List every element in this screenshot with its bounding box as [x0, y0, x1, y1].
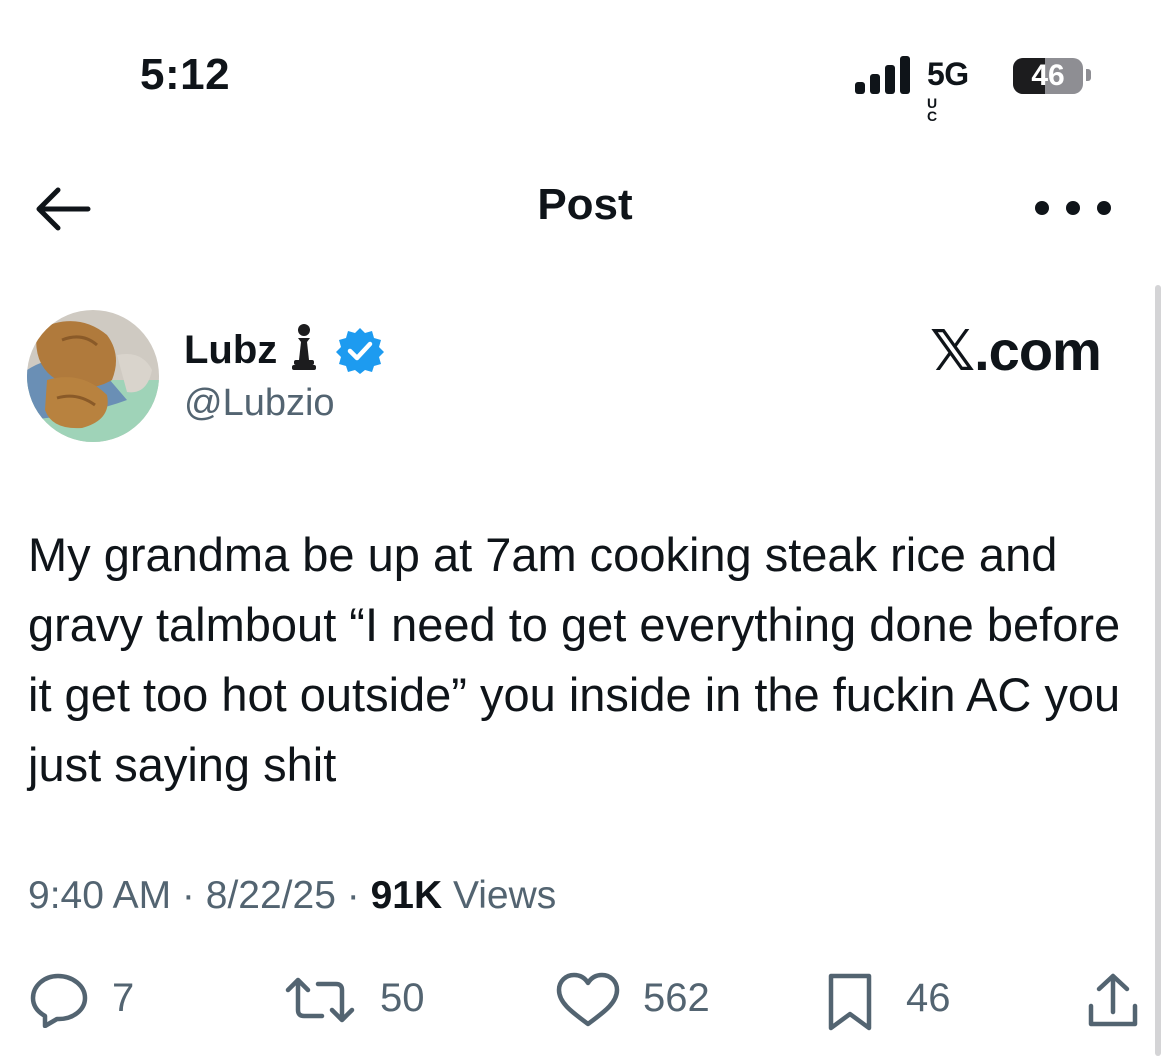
share-icon — [1088, 973, 1138, 1027]
battery-icon: 46 — [1013, 58, 1083, 94]
post-text: My grandma be up at 7am cooking steak ri… — [28, 528, 1121, 791]
post-date[interactable]: 8/22/25 — [206, 874, 336, 917]
more-options-icon[interactable] — [1030, 196, 1116, 220]
post-time[interactable]: 9:40 AM — [28, 874, 171, 917]
views-label[interactable]: Views — [453, 874, 556, 917]
repost-icon — [285, 977, 355, 1023]
post-meta: 9:40 AM · 8/22/25 · 91K Views — [28, 874, 556, 918]
meta-separator: · — [335, 874, 371, 917]
like-count: 562 — [643, 976, 710, 1020]
x-watermark: 𝕏.com — [930, 319, 1102, 382]
avatar-image — [27, 310, 159, 442]
reply-count: 7 — [112, 976, 135, 1020]
scrollbar[interactable] — [1155, 285, 1161, 1056]
meta-separator: · — [171, 874, 206, 917]
reply-button[interactable]: 7 — [28, 970, 158, 1030]
repost-count: 50 — [380, 976, 425, 1020]
heart-icon — [556, 972, 620, 1027]
bookmark-button[interactable]: 46 — [826, 970, 976, 1031]
page-title: Post — [537, 180, 633, 229]
verified-badge-icon[interactable] — [336, 326, 384, 374]
display-name[interactable]: Lubz — [184, 328, 277, 373]
status-time: 5:12 — [140, 50, 231, 99]
share-button[interactable] — [1086, 970, 1142, 1030]
author-handle[interactable]: @Lubzio — [184, 382, 335, 425]
chess-pawn-icon — [292, 324, 316, 370]
battery-tip — [1086, 69, 1091, 81]
views-count[interactable]: 91K — [371, 874, 443, 917]
bookmark-icon — [828, 973, 872, 1031]
battery-percent: 46 — [1031, 59, 1065, 92]
cellular-signal-icon — [855, 56, 910, 94]
network-type: 5GUC — [927, 56, 969, 124]
post-screen: 5:12 5GUC 46 Post Lubz @Lubzio 𝕏.com My … — [0, 0, 1170, 1056]
like-button[interactable]: 562 — [555, 970, 735, 1030]
bookmark-count: 46 — [906, 976, 951, 1020]
repost-button[interactable]: 50 — [284, 970, 444, 1030]
reply-icon — [30, 973, 88, 1028]
avatar[interactable] — [27, 310, 159, 442]
